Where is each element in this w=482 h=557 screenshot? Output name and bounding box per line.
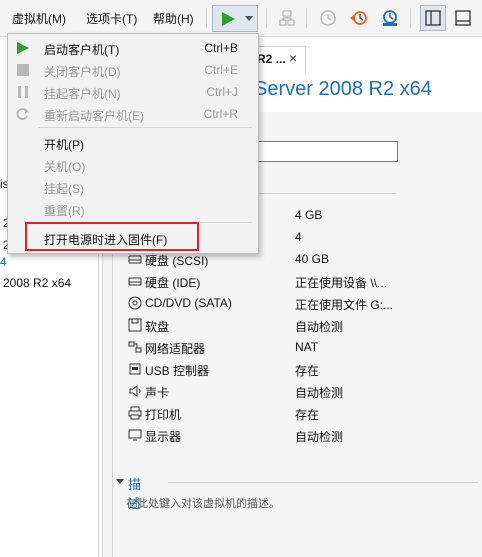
device-row[interactable]: USB 控制器 存在 xyxy=(128,360,478,380)
usb-icon xyxy=(128,362,142,376)
snapshot-manager-button[interactable] xyxy=(378,6,402,30)
device-row[interactable]: 网络适配器 NAT xyxy=(128,338,478,358)
power-dropdown-menu: 启动客户机(T) Ctrl+B 关闭客户机(D) Ctrl+E 挂起客户机(N) Ctrl… xyxy=(7,33,259,254)
power-menu-item-label: 关闭客户机(D) xyxy=(44,65,121,79)
device-name: 软盘 xyxy=(145,320,170,334)
power-menu-item-label: 关机(O) xyxy=(44,160,86,174)
show-library-button[interactable] xyxy=(420,5,446,31)
revert-snapshot-icon xyxy=(350,11,367,25)
description-divider xyxy=(168,482,478,483)
device-row[interactable]: 显示器 自动检测 xyxy=(128,426,478,446)
device-row[interactable]: 声卡 自动检测 xyxy=(128,382,478,402)
menu-separator xyxy=(38,127,252,128)
menu-help[interactable]: 帮助(H) xyxy=(153,10,194,27)
menu-tabs[interactable]: 选项卡(T) xyxy=(86,10,137,27)
snapshot-manager-icon xyxy=(383,10,397,26)
sound-card-icon xyxy=(128,384,142,398)
pause-icon xyxy=(16,85,30,99)
toolbar-separator xyxy=(266,8,267,28)
section-divider xyxy=(256,193,396,194)
device-value: 4 xyxy=(295,230,302,244)
power-menu-item-label: 重新启动客户机(E) xyxy=(44,109,144,123)
device-name: 显示器 xyxy=(145,430,182,444)
device-name: USB 控制器 xyxy=(145,364,210,378)
printer-icon xyxy=(128,406,142,420)
network-adapter-icon xyxy=(128,340,142,354)
device-row[interactable]: 打印机 存在 xyxy=(128,404,478,424)
device-value: 40 GB xyxy=(295,252,330,266)
device-name: 打印机 xyxy=(145,408,182,422)
cd-dvd-icon xyxy=(128,296,142,310)
play-icon xyxy=(222,12,235,26)
device-name: CD/DVD (SATA) xyxy=(145,296,232,310)
power-menu-item-label: 开机(P) xyxy=(44,138,84,152)
display-icon xyxy=(128,428,142,442)
power-menu-item-shortcut: Ctrl+J xyxy=(206,85,238,99)
vm-tab[interactable]: R2 ... × xyxy=(254,46,306,73)
power-menu-item-shortcut: Ctrl+E xyxy=(204,63,238,77)
power-menu-item[interactable]: 启动客户机(T) Ctrl+B xyxy=(8,37,258,59)
power-on-dropdown-button[interactable] xyxy=(212,5,258,32)
toolbar-separator xyxy=(206,8,207,28)
device-row[interactable]: CD/DVD (SATA) 正在使用文件 G:... xyxy=(128,294,478,314)
vm-commands-box xyxy=(256,141,398,162)
power-menu-item[interactable]: 挂起(S) xyxy=(8,176,258,198)
device-value: 存在 xyxy=(295,408,320,422)
power-menu-item[interactable]: 重新启动客户机(E) Ctrl+R xyxy=(8,103,258,125)
power-menu-item-label: 重置(R) xyxy=(44,204,85,218)
device-name: 网络适配器 xyxy=(145,342,206,356)
power-menu-item-shortcut: Ctrl+B xyxy=(204,41,238,55)
menu-vm[interactable]: 虚拟机(M) xyxy=(12,10,66,27)
device-value: 自动检测 xyxy=(295,386,344,400)
device-value: 自动检测 xyxy=(295,320,344,334)
device-name: 硬盘 (IDE) xyxy=(145,276,201,290)
send-ctrl-alt-del-button[interactable] xyxy=(275,6,299,30)
power-menu-item[interactable]: 挂起客户机(N) Ctrl+J xyxy=(8,81,258,103)
power-menu-item-label: 启动客户机(T) xyxy=(44,43,120,57)
power-menu-item[interactable]: 关机(O) xyxy=(8,154,258,176)
device-row[interactable]: 硬盘 (IDE) 正在使用设备 \\... xyxy=(128,272,478,292)
vm-tab-label: R2 ... xyxy=(257,52,286,66)
power-menu-item-label: 挂起(S) xyxy=(44,182,84,196)
power-menu-item[interactable]: 重置(R) xyxy=(8,198,258,220)
power-menu-item[interactable]: 开机(P) xyxy=(8,132,258,154)
show-thumbnail-bar-button[interactable] xyxy=(451,6,475,30)
floppy-icon xyxy=(128,318,142,332)
network-icon xyxy=(279,10,295,26)
description-input[interactable]: 在此处键入对该虚拟机的描述。 xyxy=(126,495,280,511)
power-menu-item[interactable]: 关闭客户机(D) Ctrl+E xyxy=(8,59,258,81)
snapshot-clock-icon xyxy=(320,10,336,26)
toolbar-separator xyxy=(410,8,411,28)
collapse-triangle-icon xyxy=(116,479,124,484)
library-item-selected-vm[interactable]: 2008 R2 x64 xyxy=(3,276,71,290)
annotation-highlight-box xyxy=(25,222,199,251)
toolbar: 虚拟机(M) 选项卡(T) 帮助(H) xyxy=(0,0,482,37)
power-menu-item-shortcut: Ctrl+R xyxy=(203,107,238,121)
device-value: 4 GB xyxy=(295,208,323,222)
toolbar-separator xyxy=(306,8,307,28)
tab-close-icon[interactable]: × xyxy=(289,50,297,66)
snapshot-button[interactable] xyxy=(316,6,340,30)
play-icon xyxy=(16,41,30,55)
vm-title: Server 2008 R2 x64 xyxy=(254,78,432,100)
power-menu-item-label: 挂起客户机(N) xyxy=(44,87,121,101)
hard-disk-icon xyxy=(128,252,142,266)
device-name: 声卡 xyxy=(145,386,170,400)
device-value: 存在 xyxy=(295,364,320,378)
restart-icon xyxy=(16,107,30,121)
device-row[interactable]: 软盘 自动检测 xyxy=(128,316,478,336)
thumbnail-bar-icon xyxy=(455,10,471,26)
device-value: NAT xyxy=(295,340,319,354)
device-value: 自动检测 xyxy=(295,430,344,444)
revert-snapshot-button[interactable] xyxy=(347,6,371,30)
device-value: 正在使用文件 G:... xyxy=(295,298,394,312)
device-value: 正在使用设备 \\... xyxy=(295,276,388,290)
stop-icon xyxy=(16,63,30,77)
chevron-down-icon xyxy=(245,16,253,21)
library-item-fragment[interactable]: 4 xyxy=(0,255,7,269)
library-panel-icon xyxy=(425,10,441,26)
hard-disk-icon xyxy=(128,274,142,288)
device-name: 硬盘 (SCSI) xyxy=(145,254,209,268)
